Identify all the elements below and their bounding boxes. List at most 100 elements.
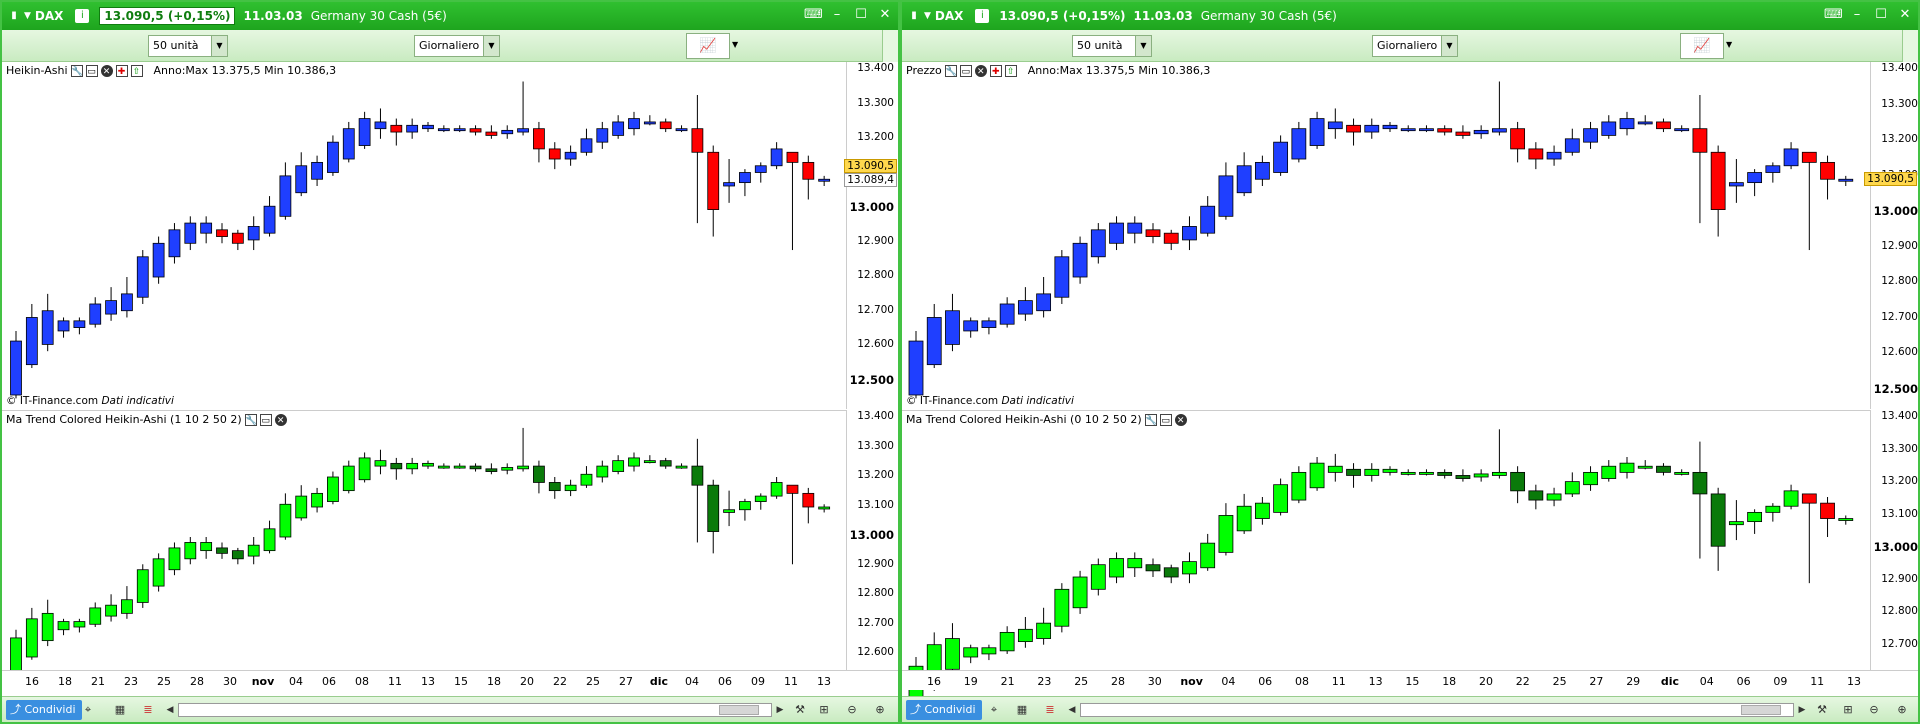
calculator-icon[interactable]: ▦	[1014, 702, 1030, 718]
date-tick-label: 25	[157, 675, 171, 688]
close-icon[interactable]: ✕	[100, 64, 113, 77]
period-select[interactable]: Giornaliero ▼	[1372, 35, 1458, 57]
side-panel-toggle[interactable]	[882, 30, 898, 66]
indicator-name[interactable]: Ma Trend Colored Heikin-Ashi (0 10 2 50 …	[906, 413, 1142, 426]
scroll-right-icon[interactable]: ▶	[1794, 702, 1810, 718]
candle-body	[1583, 471, 1598, 486]
crosshair-icon[interactable]: ⌖	[986, 702, 1002, 718]
scroll-thumb[interactable]	[1741, 705, 1781, 715]
indicator-axis[interactable]: 13.400 13.300 13.200 13.100 13.000 12.900 12.8…	[846, 410, 898, 670]
share-button[interactable]: ⤴ Condividi	[906, 700, 982, 720]
zoom-fit-icon[interactable]: ⊞	[1840, 702, 1856, 718]
calculator-icon[interactable]: ▦	[112, 702, 128, 718]
close-icon[interactable]: ✕	[274, 413, 287, 426]
horizontal-scrollbar[interactable]	[178, 703, 772, 717]
chart-type-button[interactable]: 📈	[1680, 33, 1724, 59]
date-tick-label: 16	[25, 675, 39, 688]
indicators-icon[interactable]: ≣	[1042, 702, 1058, 718]
tile-icon[interactable]: ▮	[908, 7, 920, 25]
indicator-name[interactable]: Prezzo	[906, 64, 942, 77]
price-tick-label: 13.400	[1881, 62, 1918, 74]
indicator-pane[interactable]: Ma Trend Colored Heikin-Ashi (1 10 2 50 …	[2, 410, 846, 685]
indicator-pane[interactable]: Ma Trend Colored Heikin-Ashi (0 10 2 50 …	[902, 410, 1870, 719]
candle-body	[818, 506, 831, 510]
candle-body	[231, 550, 244, 560]
close-icon[interactable]: ✕	[1174, 413, 1187, 426]
units-select-value: 50 unità	[1077, 39, 1123, 52]
horizontal-scrollbar[interactable]	[1080, 703, 1794, 717]
move-up-icon[interactable]: ⇧	[130, 64, 143, 77]
zoom-fit-icon[interactable]: ⊞	[816, 702, 832, 718]
indicators-icon[interactable]: ≣	[140, 702, 156, 718]
date-tick-label: 04	[1699, 675, 1714, 688]
window-icon[interactable]: ▭	[85, 64, 98, 77]
scroll-right-icon[interactable]: ▶	[772, 702, 788, 718]
symbol-name[interactable]: DAX	[935, 9, 964, 23]
window-titlebar[interactable]: ▮ ▼ DAX i 13.090,5 (+0,15%) 11.03.03 Ger…	[2, 2, 898, 30]
zoom-out-icon[interactable]: ⊖	[844, 702, 860, 718]
units-select[interactable]: 50 unità ▼	[1072, 35, 1152, 57]
zoom-in-icon[interactable]: ⊕	[872, 702, 888, 718]
share-button[interactable]: ⤴ Condividi	[6, 700, 82, 720]
window-titlebar[interactable]: ▮ ▼ DAX i 13.090,5 (+0,15%) 11.03.03 Ger…	[902, 2, 1918, 30]
copyright: © IT-Finance.com Dati indicativi	[906, 395, 1074, 407]
candle-body	[739, 172, 751, 184]
drawing-tools-icon[interactable]: ⚒	[792, 702, 808, 718]
wrench-icon[interactable]: 🔧	[244, 413, 257, 426]
scroll-left-icon[interactable]: ◀	[162, 702, 178, 718]
indicator-name[interactable]: Heikin-Ashi	[6, 64, 68, 77]
dropdown-arrow-icon[interactable]: ▼	[924, 11, 931, 21]
price-pane[interactable]: Prezzo 🔧 ▭ ✕ ✚ ⇧ Anno:Max 13.375,5 Min 1…	[902, 62, 1870, 409]
info-icon[interactable]: i	[975, 9, 990, 23]
close-icon[interactable]: ✕	[876, 6, 894, 24]
drawing-tools-icon[interactable]: ⚒	[1814, 702, 1830, 718]
window-icon[interactable]: ▭	[959, 64, 972, 77]
move-up-icon[interactable]: ⇧	[1004, 64, 1017, 77]
scroll-thumb[interactable]	[719, 705, 759, 715]
wrench-icon[interactable]: 🔧	[944, 64, 957, 77]
plus-icon[interactable]: ✚	[989, 64, 1002, 77]
plus-icon[interactable]: ✚	[115, 64, 128, 77]
tile-icon[interactable]: ▮	[8, 7, 20, 25]
candle-body	[1455, 131, 1471, 136]
chevron-down-icon[interactable]: ▼	[732, 40, 738, 49]
candle-body	[121, 293, 133, 312]
time-axis[interactable]: 16 18 21 23 25 28 30 nov 04 06 08 11 13 15 18 20 22 25 27 d…	[2, 670, 898, 690]
indicator-name[interactable]: Ma Trend Colored Heikin-Ashi (1 10 2 50 …	[6, 413, 242, 426]
period-select[interactable]: Giornaliero ▼	[414, 35, 500, 57]
symbol-name[interactable]: DAX	[35, 9, 64, 23]
window-icon[interactable]: ▭	[1159, 413, 1172, 426]
close-icon[interactable]: ✕	[974, 64, 987, 77]
zoom-out-icon[interactable]: ⊖	[1866, 702, 1882, 718]
keyboard-icon[interactable]: ⌨	[1824, 6, 1843, 24]
units-select[interactable]: 50 unità ▼	[148, 35, 228, 57]
price-axis[interactable]: 13.40013.30013.20013.10013.00012.90012.8…	[846, 62, 898, 409]
maximize-icon[interactable]: ☐	[852, 6, 870, 24]
candle-body	[73, 320, 86, 328]
chart-type-button[interactable]: 📈	[686, 33, 730, 59]
chevron-down-icon[interactable]: ▼	[1726, 40, 1732, 49]
zoom-in-icon[interactable]: ⊕	[1894, 702, 1910, 718]
scroll-left-icon[interactable]: ◀	[1064, 702, 1080, 718]
close-icon[interactable]: ✕	[1896, 6, 1914, 24]
last-price-tag: 13.090,5	[844, 159, 897, 173]
price-pane[interactable]: Heikin-Ashi 🔧 ▭ ✕ ✚ ⇧ Anno:Max 13.375,5 …	[2, 62, 846, 409]
wrench-icon[interactable]: 🔧	[1144, 413, 1157, 426]
window-icon[interactable]: ▭	[259, 413, 272, 426]
dropdown-arrow-icon[interactable]: ▼	[24, 11, 31, 21]
price-axis[interactable]: 13.40013.30013.20013.10013.00012.90012.8…	[1870, 62, 1918, 409]
crosshair-icon[interactable]: ⌖	[80, 702, 96, 718]
price-tick-label: 12.700	[857, 303, 894, 316]
indicator-axis[interactable]: 13.400 13.300 13.200 13.100 13.000 12.900 12.8…	[1870, 410, 1918, 670]
wrench-icon[interactable]: 🔧	[70, 64, 83, 77]
keyboard-icon[interactable]: ⌨	[804, 6, 823, 24]
copyright-note: Dati indicativi	[1001, 395, 1074, 407]
maximize-icon[interactable]: ☐	[1872, 6, 1890, 24]
minimize-icon[interactable]: –	[828, 6, 846, 24]
side-panel-toggle[interactable]	[1902, 30, 1918, 66]
candle-body	[612, 121, 625, 136]
time-axis[interactable]: 16 19 21 23 25 28 30 nov 04 06 08 11 13 15 18 20 22 25 27 2…	[902, 670, 1918, 690]
info-icon[interactable]: i	[75, 9, 90, 23]
minimize-icon[interactable]: –	[1848, 6, 1866, 24]
candle-body	[216, 547, 228, 554]
